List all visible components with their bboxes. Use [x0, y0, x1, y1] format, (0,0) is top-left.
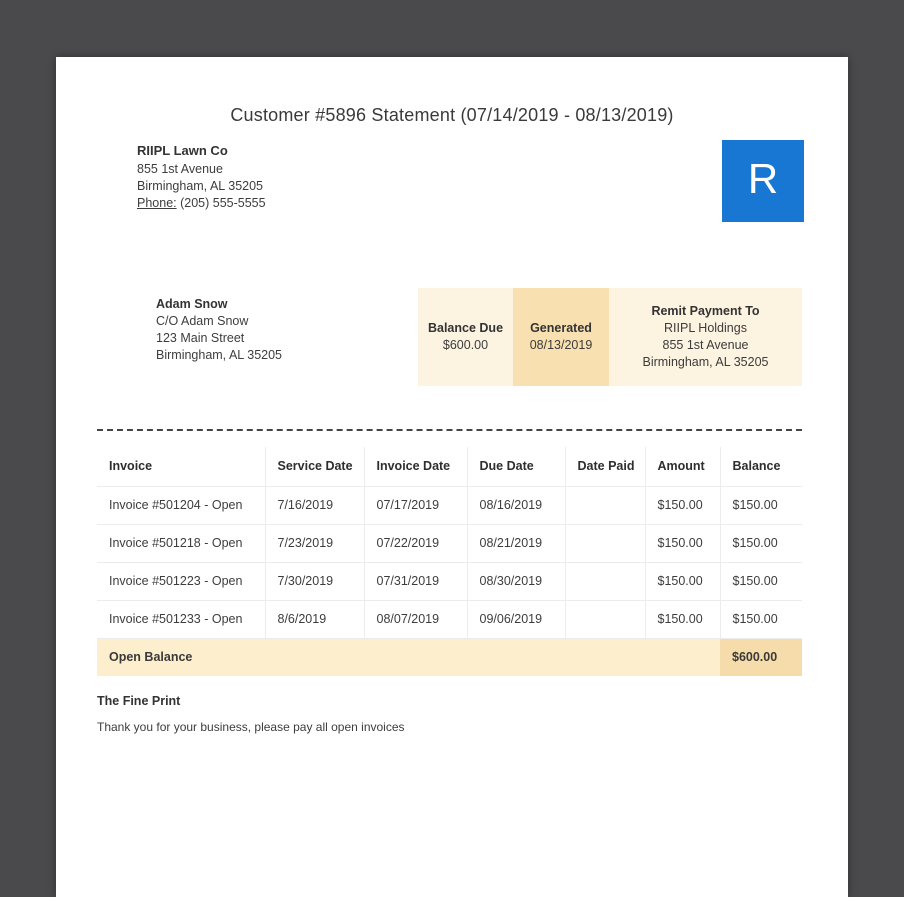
remit-name: RIIPL Holdings: [664, 321, 747, 335]
company-address-line2: Birmingham, AL 35205: [137, 179, 264, 193]
cell-amount: $150.00: [645, 562, 721, 601]
cell-amount: $150.00: [645, 600, 721, 639]
balance-due-amount: $600.00: [442, 338, 489, 352]
summary-box: Balance Due $600.00 Generated 08/13/2019…: [418, 288, 802, 386]
phone-label: Phone:: [137, 196, 177, 210]
fine-print-heading: The Fine Print: [97, 694, 181, 708]
table-header-row: Invoice Service Date Invoice Date Due Da…: [97, 447, 802, 487]
cell-invoice: Invoice #501233 - Open: [97, 600, 266, 639]
customer-address-line2: Birmingham, AL 35205: [156, 348, 283, 362]
statement-title: Customer #5896 Statement (07/14/2019 - 0…: [230, 105, 674, 125]
cell-invoice: Invoice #501218 - Open: [97, 524, 266, 563]
balance-due-label: Balance Due: [427, 321, 504, 335]
cell-balance: $150.00: [720, 562, 802, 601]
company-address-line1: 855 1st Avenue: [137, 162, 223, 176]
table-row: Invoice #501218 - Open 7/23/2019 07/22/2…: [97, 524, 802, 563]
cell-balance: $150.00: [720, 486, 802, 525]
invoice-table-container: Invoice Service Date Invoice Date Due Da…: [97, 447, 802, 676]
remit-address-line2: Birmingham, AL 35205: [642, 355, 769, 369]
cell-invoice-date: 07/17/2019: [364, 486, 468, 525]
remit-address-line1: 855 1st Avenue: [662, 338, 749, 352]
company-info: RIIPL Lawn Co 855 1st Avenue Birmingham,…: [137, 142, 266, 212]
generated-date: 08/13/2019: [529, 338, 593, 352]
generated-label: Generated: [530, 321, 592, 335]
logo-letter: R: [747, 155, 779, 202]
cell-invoice: Invoice #501223 - Open: [97, 562, 266, 601]
invoice-table: Invoice Service Date Invoice Date Due Da…: [97, 447, 802, 676]
viewer-background: { "statement": { "title": "Customer #589…: [0, 0, 904, 897]
customer-name: Adam Snow: [156, 297, 228, 311]
col-header-date-paid: Date Paid: [565, 447, 646, 487]
customer-care-of: C/O Adam Snow: [156, 314, 249, 328]
open-balance-row: Open Balance $600.00: [97, 638, 802, 676]
phone-number: (205) 555-5555: [180, 196, 266, 210]
cell-date-paid: [565, 486, 646, 525]
cell-due-date: 09/06/2019: [467, 600, 566, 639]
col-header-invoice-date: Invoice Date: [364, 447, 468, 487]
table-row: Invoice #501204 - Open 7/16/2019 07/17/2…: [97, 486, 802, 525]
col-header-balance: Balance: [720, 447, 802, 487]
col-header-amount: Amount: [645, 447, 721, 487]
col-header-invoice: Invoice: [97, 447, 266, 487]
cell-amount: $150.00: [645, 486, 721, 525]
remit-payment-cell: Remit Payment To RIIPL Holdings 855 1st …: [609, 288, 802, 386]
table-row: Invoice #501223 - Open 7/30/2019 07/31/2…: [97, 562, 802, 601]
cell-service-date: 7/30/2019: [265, 562, 365, 601]
company-logo: R: [722, 140, 804, 222]
cell-date-paid: [565, 524, 646, 563]
cell-date-paid: [565, 562, 646, 601]
company-name: RIIPL Lawn Co: [137, 143, 228, 158]
customer-info: Adam Snow C/O Adam Snow 123 Main Street …: [156, 296, 282, 364]
remit-label: Remit Payment To: [651, 304, 760, 318]
company-phone-line: Phone: (205) 555-5555: [137, 195, 266, 212]
cell-balance: $150.00: [720, 524, 802, 563]
table-row: Invoice #501233 - Open 8/6/2019 08/07/20…: [97, 600, 802, 639]
generated-cell: Generated 08/13/2019: [513, 288, 609, 386]
customer-address-line1: 123 Main Street: [156, 331, 245, 345]
balance-due-cell: Balance Due $600.00: [418, 288, 513, 386]
cell-invoice-date: 08/07/2019: [364, 600, 468, 639]
col-header-service-date: Service Date: [265, 447, 365, 487]
cell-invoice-date: 07/22/2019: [364, 524, 468, 563]
cell-service-date: 7/16/2019: [265, 486, 365, 525]
col-header-due-date: Due Date: [467, 447, 566, 487]
cell-date-paid: [565, 600, 646, 639]
cell-due-date: 08/16/2019: [467, 486, 566, 525]
cell-invoice: Invoice #501204 - Open: [97, 486, 266, 525]
cell-due-date: 08/30/2019: [467, 562, 566, 601]
cell-due-date: 08/21/2019: [467, 524, 566, 563]
cell-balance: $150.00: [720, 600, 802, 639]
cell-service-date: 7/23/2019: [265, 524, 365, 563]
dashed-divider: [97, 429, 802, 431]
open-balance-label: Open Balance: [97, 638, 720, 676]
cell-service-date: 8/6/2019: [265, 600, 365, 639]
cell-invoice-date: 07/31/2019: [364, 562, 468, 601]
open-balance-total: $600.00: [720, 638, 802, 676]
statement-page: Customer #5896 Statement (07/14/2019 - 0…: [56, 57, 848, 897]
cell-amount: $150.00: [645, 524, 721, 563]
fine-print-text: Thank you for your business, please pay …: [97, 720, 405, 734]
